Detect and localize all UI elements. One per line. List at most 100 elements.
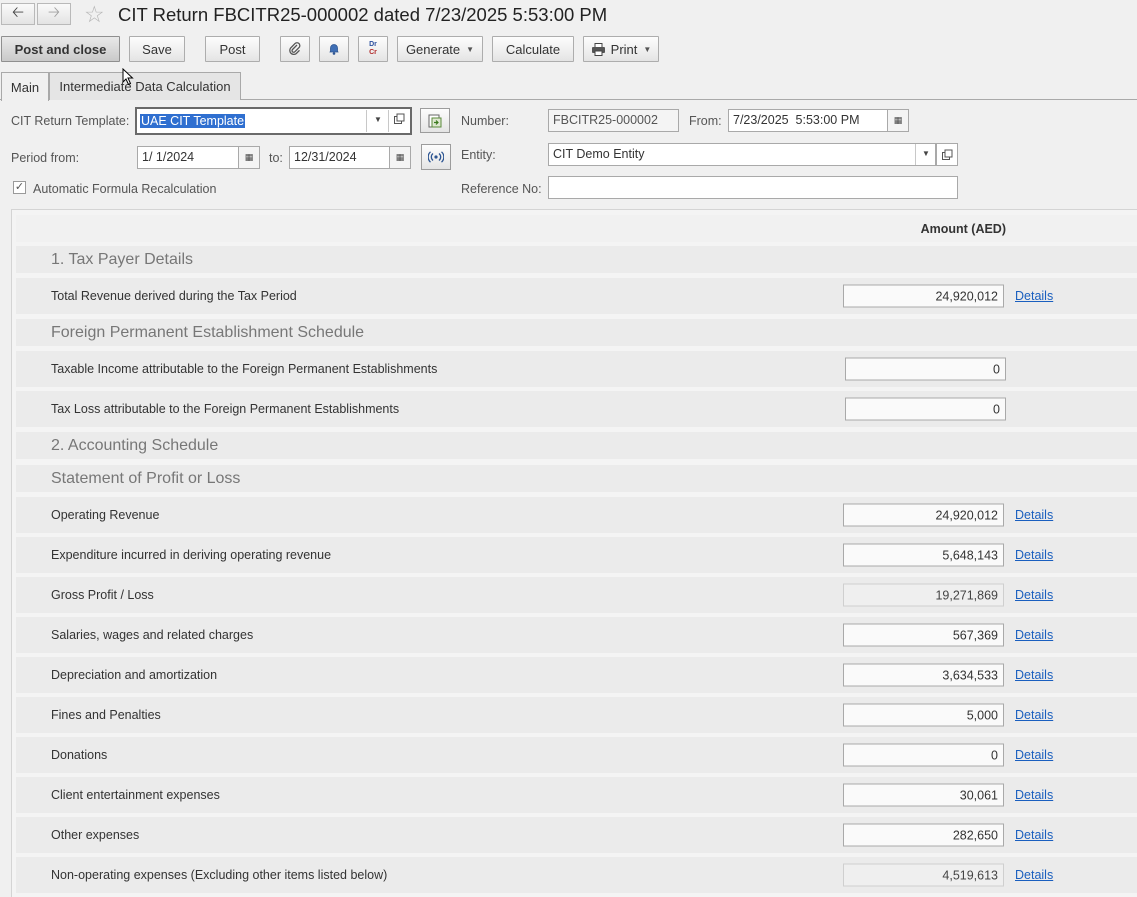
table-row: Client entertainment expenses 30,061 Det…	[16, 777, 1137, 813]
table-row: Expenditure incurred in deriving operati…	[16, 537, 1137, 573]
open-link-icon[interactable]	[393, 113, 405, 128]
calculate-button[interactable]: Calculate	[492, 36, 574, 62]
calendar-icon[interactable]: ▦	[238, 146, 260, 169]
arrow-left-icon: 🡠	[11, 3, 25, 21]
divider	[388, 110, 389, 132]
from-datetime-field[interactable]: 7/23/2025 5:53:00 PM	[728, 109, 909, 132]
amount-field[interactable]: 3,634,533	[843, 663, 1004, 687]
period-to-value: 12/31/2024	[294, 150, 357, 164]
back-button[interactable]: 🡠	[1, 3, 35, 25]
details-link[interactable]: Details	[1015, 708, 1053, 722]
entity-selector[interactable]: CIT Demo Entity	[548, 143, 936, 166]
table-row: Taxable Income attributable to the Forei…	[16, 351, 1137, 387]
divider	[915, 144, 916, 165]
mouse-cursor-icon	[122, 68, 134, 86]
details-link[interactable]: Details	[1015, 788, 1053, 802]
attach-button[interactable]	[280, 36, 310, 62]
arrow-right-icon: 🡢	[47, 3, 61, 21]
amount-field[interactable]: 5,648,143	[843, 543, 1004, 567]
amount-field[interactable]: 5,000	[843, 703, 1004, 727]
details-link[interactable]: Details	[1015, 868, 1053, 882]
amount-field[interactable]: 0	[845, 357, 1006, 381]
row-label: Total Revenue derived during the Tax Per…	[51, 289, 297, 303]
details-link[interactable]: Details	[1015, 628, 1053, 642]
section-row: 1. Tax Payer Details	[16, 246, 1137, 273]
reference-label: Reference No:	[461, 182, 542, 196]
number-field[interactable]: FBCITR25-000002	[548, 109, 679, 132]
section-title: 1. Tax Payer Details	[51, 250, 193, 268]
row-label: Gross Profit / Loss	[51, 588, 154, 602]
row-label: Taxable Income attributable to the Forei…	[51, 362, 438, 376]
auto-recalc-label: Automatic Formula Recalculation	[33, 182, 217, 196]
table-row: Depreciation and amortization 3,634,533 …	[16, 657, 1137, 693]
row-label: Salaries, wages and related charges	[51, 628, 254, 642]
details-link[interactable]: Details	[1015, 508, 1053, 522]
table-row: Fines and Penalties 5,000 Details	[16, 697, 1137, 733]
amount-field[interactable]: 0	[843, 743, 1004, 767]
from-datetime-value: 7/23/2025 5:53:00 PM	[733, 113, 860, 127]
amount-field[interactable]: 24,920,012	[843, 284, 1004, 308]
section-title: Foreign Permanent Establishment Schedule	[51, 323, 365, 341]
amount-field[interactable]: 282,650	[843, 823, 1004, 847]
post-button[interactable]: Post	[205, 36, 260, 62]
amount-field[interactable]: 24,920,012	[843, 503, 1004, 527]
row-label: Non-operating expenses (Excluding other …	[51, 868, 388, 882]
template-value: UAE CIT Template	[140, 114, 246, 128]
open-link-icon[interactable]	[936, 143, 958, 166]
dropdown-arrow-icon[interactable]: ▼	[922, 149, 930, 158]
forward-button[interactable]: 🡢	[37, 3, 71, 25]
print-dropdown-button[interactable]: Print ▼	[583, 36, 659, 62]
notifications-button[interactable]	[319, 36, 349, 62]
row-label: Other expenses	[51, 828, 140, 842]
reference-field[interactable]	[548, 176, 958, 199]
row-label: Operating Revenue	[51, 508, 160, 522]
amount-field[interactable]: 30,061	[843, 783, 1004, 807]
debit-credit-button[interactable]: Dr Cr	[358, 36, 388, 62]
period-selector-button[interactable]	[421, 144, 451, 170]
calendar-icon[interactable]: ▦	[389, 146, 411, 169]
details-link[interactable]: Details	[1015, 828, 1053, 842]
tab-main[interactable]: Main	[1, 72, 49, 101]
details-link[interactable]: Details	[1015, 289, 1053, 303]
row-label: Tax Loss attributable to the Foreign Per…	[51, 402, 400, 416]
table-row: Non-operating expenses (Excluding other …	[16, 857, 1137, 893]
dropdown-arrow-icon[interactable]: ▼	[374, 115, 382, 124]
calendar-icon[interactable]: ▦	[887, 109, 909, 132]
template-selector[interactable]: UAE CIT Template	[135, 107, 412, 135]
table-row: Gross Profit / Loss 19,271,869 Details	[16, 577, 1137, 613]
amount-column-header: Amount (AED)	[920, 221, 1006, 236]
details-link[interactable]: Details	[1015, 548, 1053, 562]
section-row: Foreign Permanent Establishment Schedule	[16, 319, 1137, 346]
amount-field: 4,519,613	[843, 863, 1004, 887]
period-from-label: Period from:	[11, 151, 80, 165]
caret-down-icon: ▼	[643, 44, 652, 54]
period-from-value: 1/ 1/2024	[142, 150, 195, 164]
amount-field[interactable]: 567,369	[843, 623, 1004, 647]
paperclip-icon	[289, 42, 301, 55]
number-label: Number:	[461, 114, 509, 128]
table-row: Donations 0 Details	[16, 737, 1137, 773]
entity-label: Entity:	[461, 148, 496, 162]
save-button[interactable]: Save	[129, 36, 185, 62]
table-row: Salaries, wages and related charges 567,…	[16, 617, 1137, 653]
template-label: CIT Return Template:	[11, 114, 130, 128]
row-label: Expenditure incurred in deriving operati…	[51, 548, 332, 562]
copy-template-button[interactable]	[420, 108, 450, 133]
row-label: Fines and Penalties	[51, 708, 161, 722]
section-title: Statement of Profit or Loss	[51, 469, 241, 487]
amount-field[interactable]: 0	[845, 397, 1006, 421]
print-label: Print	[610, 41, 638, 57]
details-link[interactable]: Details	[1015, 748, 1053, 762]
generate-dropdown-button[interactable]: Generate ▼	[397, 36, 483, 62]
auto-recalc-checkbox[interactable]: ✓	[13, 181, 26, 194]
printer-icon	[591, 42, 605, 56]
favorite-star-icon[interactable]: ☆	[84, 2, 105, 26]
details-link[interactable]: Details	[1015, 588, 1053, 602]
to-label: to:	[269, 151, 283, 165]
amount-field: 19,271,869	[843, 583, 1004, 607]
copy-paste-icon	[428, 114, 442, 127]
details-link[interactable]: Details	[1015, 668, 1053, 682]
tab-intermediate-data-calculation[interactable]: Intermediate Data Calculation	[49, 72, 241, 100]
from-label: From:	[689, 114, 722, 128]
post-and-close-button[interactable]: Post and close	[1, 36, 120, 62]
